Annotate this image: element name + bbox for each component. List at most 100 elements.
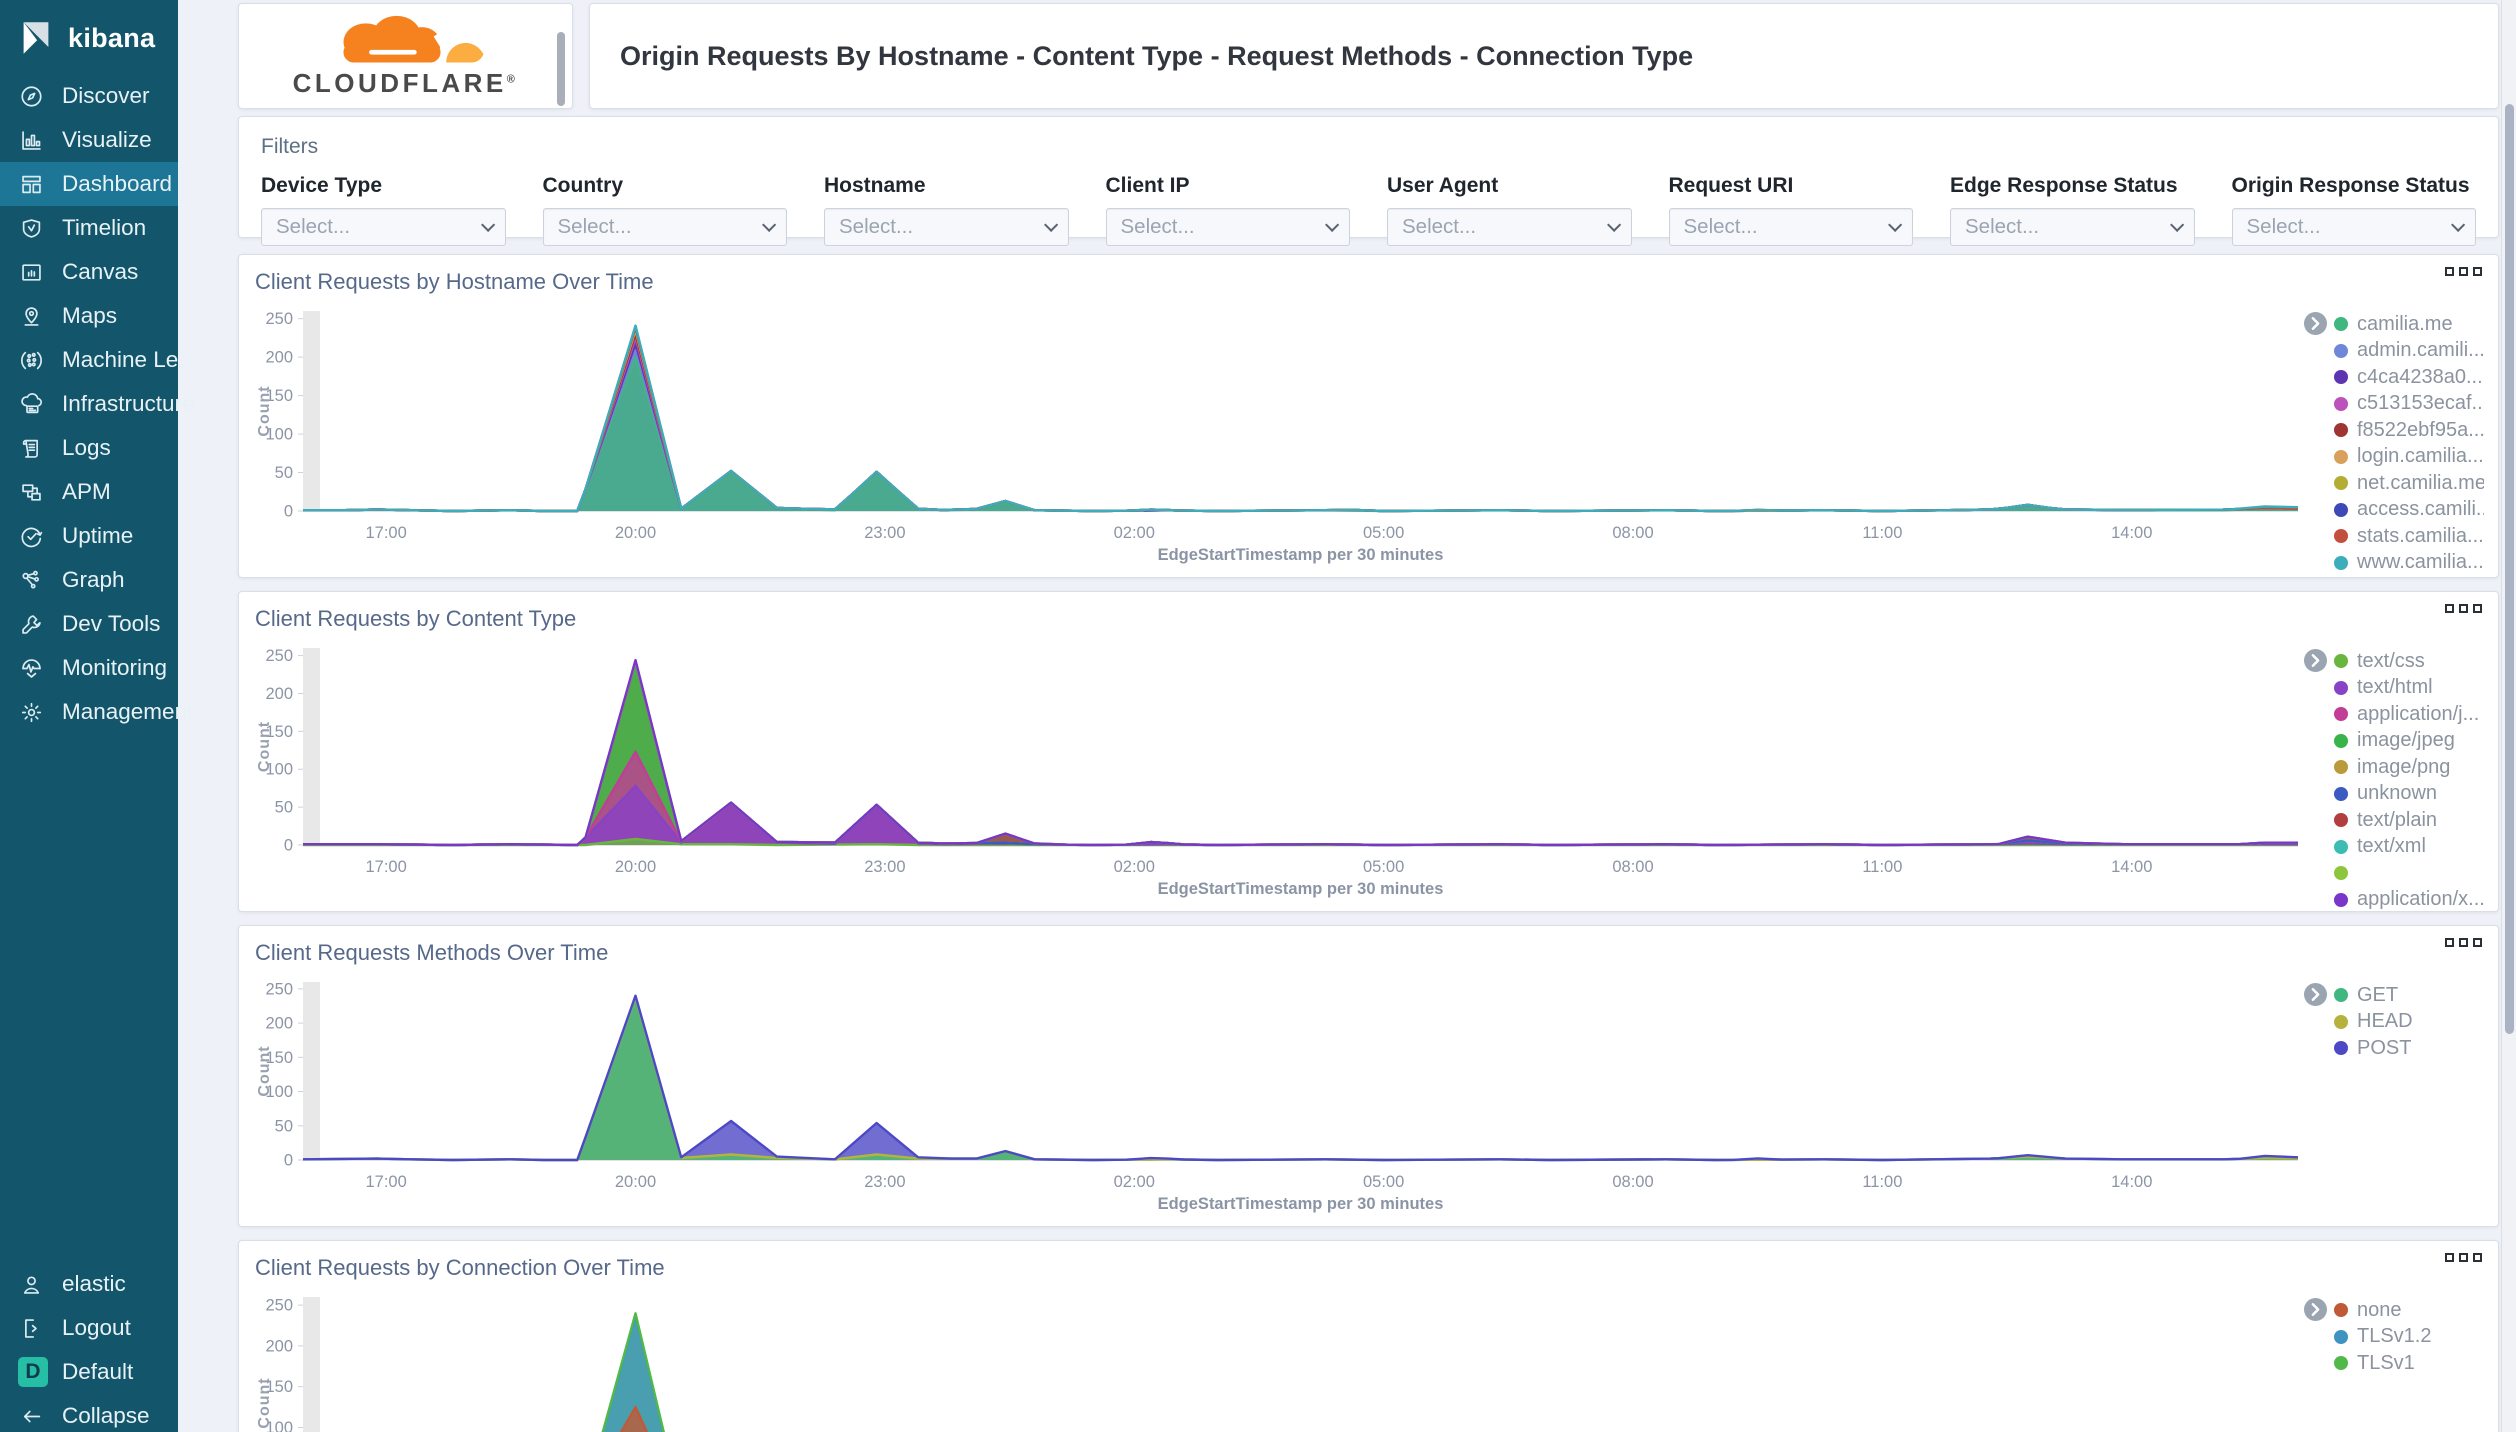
legend-item-text-html[interactable]: text/html <box>2334 675 2484 702</box>
legend-expand-icon[interactable] <box>2304 983 2327 1006</box>
legend-item-admin-camili[interactable]: admin.camili... <box>2334 338 2484 365</box>
legend-item-tlsv1[interactable]: TLSv1 <box>2334 1350 2431 1377</box>
sidebar-item-canvas[interactable]: Canvas <box>0 250 178 294</box>
clock-check-icon <box>18 523 45 550</box>
legend-item-login-camilia[interactable]: login.camilia... <box>2334 444 2484 471</box>
page-scrollbar-thumb[interactable] <box>2504 104 2514 1034</box>
legend-label: f8522ebf95a... <box>2357 418 2484 441</box>
legend-item-text-xml[interactable]: text/xml <box>2334 834 2484 861</box>
legend-label: camilia.me <box>2357 312 2453 335</box>
svg-text:14:00: 14:00 <box>2111 524 2152 542</box>
legend-expand-icon[interactable] <box>2304 1298 2327 1321</box>
filter-group-hostname: Hostname Select... <box>824 174 1069 246</box>
sidebar-item-maps[interactable]: Maps <box>0 294 178 338</box>
sidebar-item-logout[interactable]: Logout <box>0 1306 178 1350</box>
panel-options-icon[interactable] <box>2445 267 2482 276</box>
filter-group-country: Country Select... <box>542 174 787 246</box>
sidebar-item-visualize[interactable]: Visualize <box>0 118 178 162</box>
request-uri-select[interactable]: Select... <box>1668 208 1913 246</box>
user-agent-select[interactable]: Select... <box>1387 208 1632 246</box>
legend-item-image-jpeg[interactable]: image/jpeg <box>2334 728 2484 755</box>
legend-item-camilia-me[interactable]: camilia.me <box>2334 311 2484 338</box>
cloudflare-brand-text: CLOUDFLARE® <box>292 67 519 98</box>
bar-chart-icon <box>18 127 45 154</box>
legend-color-dot <box>2334 1303 2348 1318</box>
cloudflare-cloud-icon <box>342 15 483 66</box>
sidebar-item-graph[interactable]: Graph <box>0 558 178 602</box>
legend-item-text-plain[interactable]: text/plain <box>2334 807 2484 834</box>
sidebar-item-label: Maps <box>62 303 118 328</box>
legend-expand-icon[interactable] <box>2304 649 2327 672</box>
legend-item-application-j[interactable]: application/j... <box>2334 701 2484 728</box>
legend-color-dot <box>2334 760 2348 775</box>
chevron-down-icon <box>2451 217 2466 232</box>
legend-color-dot <box>2334 555 2348 570</box>
panel-options-icon[interactable] <box>2445 604 2482 613</box>
sidebar-item-collapse[interactable]: Collapse <box>0 1394 178 1432</box>
legend-item-none[interactable]: none <box>2334 1297 2431 1324</box>
legend-label: application/j... <box>2357 702 2480 725</box>
select-placeholder: Select... <box>1402 215 1477 238</box>
svg-text:11:00: 11:00 <box>1862 1173 1902 1191</box>
sidebar-item-default[interactable]: D Default <box>0 1350 178 1394</box>
sidebar-item-dashboard[interactable]: Dashboard <box>0 162 178 206</box>
country-select[interactable]: Select... <box>542 208 787 246</box>
sidebar-item-machine-le[interactable]: Machine Le... <box>0 338 197 382</box>
sidebar-item-label: Management <box>62 699 194 724</box>
cloud-server-icon <box>18 391 45 418</box>
svg-text:200: 200 <box>265 1015 293 1033</box>
origin-response-status-select[interactable]: Select... <box>2231 208 2476 246</box>
legend-item-post[interactable]: POST <box>2334 1035 2413 1062</box>
scroll-icon <box>18 435 45 462</box>
legend-item-get[interactable]: GET <box>2334 982 2413 1009</box>
legend-item-tlsv1-2[interactable]: TLSv1.2 <box>2334 1324 2431 1351</box>
legend-item-f8522ebf95a[interactable]: f8522ebf95a... <box>2334 417 2484 444</box>
legend-item-access-camili[interactable]: access.camili... <box>2334 497 2484 524</box>
sidebar-item-logs[interactable]: Logs <box>0 426 178 470</box>
sidebar-item-monitoring[interactable]: Monitoring <box>0 646 178 690</box>
edge-response-status-select[interactable]: Select... <box>1950 208 2195 246</box>
legend-item-text-css[interactable]: text/css <box>2334 648 2484 675</box>
legend-item-application-x[interactable]: application/x... <box>2334 887 2484 914</box>
legend-item-unknown[interactable]: unknown <box>2334 781 2484 808</box>
kibana-logo[interactable]: kibana <box>0 0 178 74</box>
page-scrollbar[interactable] <box>2501 0 2516 1432</box>
legend-item-net-camilia-me[interactable]: net.camilia.me <box>2334 470 2484 497</box>
chart-legend: camilia.me admin.camili... c4ca4238a0... c5… <box>2304 299 2484 573</box>
sidebar-item-apm[interactable]: APM <box>0 470 178 514</box>
sidebar-item-infrastructure[interactable]: Infrastructure <box>0 382 195 426</box>
sidebar-item-discover[interactable]: Discover <box>0 74 178 118</box>
legend-item-c513153ecaf[interactable]: c513153ecaf... <box>2334 391 2484 418</box>
svg-text:20:00: 20:00 <box>615 858 656 876</box>
legend-color-dot <box>2334 733 2348 748</box>
filter-label: Hostname <box>824 174 926 197</box>
chevron-down-icon <box>1325 217 1340 232</box>
svg-text:200: 200 <box>265 349 293 367</box>
panel-options-icon[interactable] <box>2445 1253 2482 1262</box>
client-ip-select[interactable]: Select... <box>1105 208 1350 246</box>
legend-item-item[interactable] <box>2334 860 2484 887</box>
logo-panel-scrollbar[interactable] <box>557 32 565 106</box>
sidebar-item-uptime[interactable]: Uptime <box>0 514 178 558</box>
legend-item-head[interactable]: HEAD <box>2334 1009 2413 1036</box>
sidebar-item-elastic[interactable]: elastic <box>0 1262 178 1306</box>
hostname-select[interactable]: Select... <box>824 208 1069 246</box>
svg-text:20:00: 20:00 <box>615 524 656 542</box>
svg-text:05:00: 05:00 <box>1363 1173 1404 1191</box>
sidebar-item-label: Discover <box>62 83 150 108</box>
svg-text:0: 0 <box>284 503 293 521</box>
svg-text:14:00: 14:00 <box>2111 1173 2152 1191</box>
sidebar-item-management[interactable]: Management <box>0 690 193 734</box>
legend-item-image-png[interactable]: image/png <box>2334 754 2484 781</box>
legend-item-www-camilia[interactable]: www.camilia... <box>2334 550 2484 577</box>
legend-item-stats-camilia[interactable]: stats.camilia.... <box>2334 523 2484 550</box>
legend-item-c4ca4238a0[interactable]: c4ca4238a0... <box>2334 364 2484 391</box>
device-type-select[interactable]: Select... <box>261 208 506 246</box>
legend-expand-icon[interactable] <box>2304 312 2327 335</box>
panel-options-icon[interactable] <box>2445 938 2482 947</box>
sidebar-item-timelion[interactable]: Timelion <box>0 206 178 250</box>
select-placeholder: Select... <box>557 215 632 238</box>
filter-label: Client IP <box>1105 174 1190 197</box>
sidebar-item-dev-tools[interactable]: Dev Tools <box>0 602 178 646</box>
select-placeholder: Select... <box>1120 215 1195 238</box>
